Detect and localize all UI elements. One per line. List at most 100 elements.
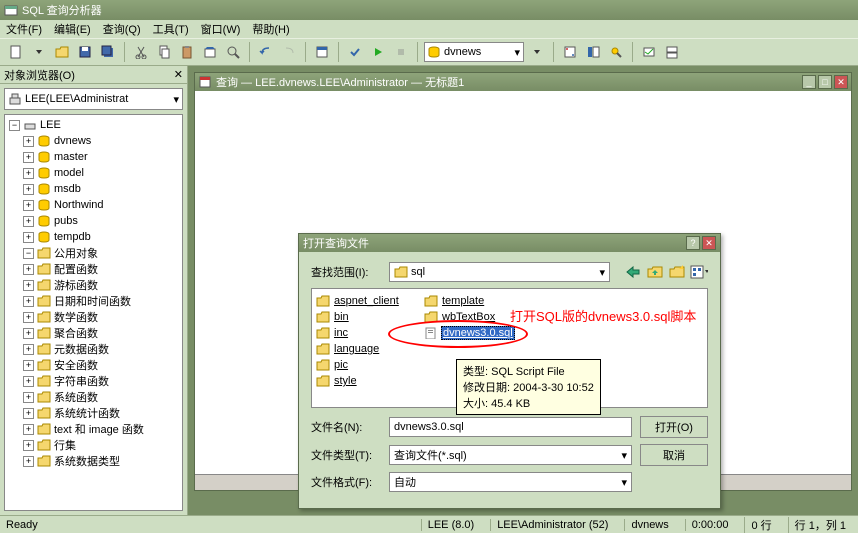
menu-edit[interactable]: 编辑(E): [54, 21, 91, 37]
app-title: SQL 查询分析器: [22, 2, 102, 18]
fileformat-selector[interactable]: 自动▾: [389, 472, 632, 492]
minimize-button[interactable]: _: [802, 75, 816, 89]
close-panel-icon[interactable]: ✕: [174, 68, 183, 81]
open-button[interactable]: 打开(O): [640, 416, 708, 438]
status-time: 0:00:00: [685, 519, 735, 531]
menu-help[interactable]: 帮助(H): [252, 21, 289, 37]
help-button[interactable]: ?: [686, 236, 700, 250]
file-tooltip: 类型: SQL Script File 修改日期: 2004-3-30 10:5…: [456, 359, 601, 415]
status-position: 行 1，列 1: [788, 517, 852, 533]
app-titlebar: SQL 查询分析器: [0, 0, 858, 20]
parse-button[interactable]: [345, 42, 365, 62]
object-browser-panel: 对象浏览器(O) ✕ LEE(LEE\Administrat ▾ − LEE +…: [0, 66, 188, 515]
status-db: dvnews: [624, 519, 674, 531]
tree-server-node[interactable]: − LEE: [7, 117, 180, 133]
annotation-text: 打开SQL版的dvnews3.0.sql脚本: [510, 306, 696, 325]
filename-label: 文件名(N):: [311, 419, 381, 435]
folder-item[interactable]: style: [316, 373, 416, 389]
save-all-button[interactable]: [98, 42, 118, 62]
tree-func-folder[interactable]: +安全函数: [7, 357, 180, 373]
database-selector[interactable]: dvnews ▾: [424, 42, 524, 62]
tree-func-folder[interactable]: +text 和 image 函数: [7, 421, 180, 437]
dropdown-arrow-icon[interactable]: [29, 42, 49, 62]
undo-button[interactable]: [256, 42, 276, 62]
status-server: LEE (8.0): [421, 519, 480, 531]
close-button[interactable]: ✕: [834, 75, 848, 89]
tree-func-folder[interactable]: +系统统计函数: [7, 405, 180, 421]
tree-db-node[interactable]: +pubs: [7, 213, 180, 229]
find-button[interactable]: [223, 42, 243, 62]
status-user: LEE\Administrator (52): [490, 519, 614, 531]
menu-file[interactable]: 文件(F): [6, 21, 42, 37]
folder-item[interactable]: aspnet_client: [316, 293, 416, 309]
dialog-close-button[interactable]: ✕: [702, 236, 716, 250]
filename-input[interactable]: dvnews3.0.sql: [389, 417, 632, 437]
toolbar: dvnews ▾: [0, 38, 858, 66]
tree-db-node[interactable]: +msdb: [7, 181, 180, 197]
tree-func-folder[interactable]: +配置函数: [7, 261, 180, 277]
fileformat-label: 文件格式(F):: [311, 474, 381, 490]
paste-button[interactable]: [177, 42, 197, 62]
tree-func-folder[interactable]: +系统数据类型: [7, 453, 180, 469]
tree-db-node[interactable]: +dvnews: [7, 133, 180, 149]
folder-item[interactable]: inc: [316, 325, 416, 341]
query-window-titlebar: 查询 — LEE.dvnews.LEE\Administrator — 无标题1…: [195, 73, 851, 91]
save-button[interactable]: [75, 42, 95, 62]
tree-db-node[interactable]: +Northwind: [7, 197, 180, 213]
open-button[interactable]: [52, 42, 72, 62]
execute-mode-button[interactable]: [312, 42, 332, 62]
tree-common-folder[interactable]: − 公用对象: [7, 245, 180, 261]
tree-db-node[interactable]: +model: [7, 165, 180, 181]
dialog-titlebar: 打开查询文件 ? ✕: [299, 234, 720, 252]
folder-item[interactable]: bin: [316, 309, 416, 325]
tree-db-node[interactable]: +master: [7, 149, 180, 165]
object-tree[interactable]: − LEE +dvnews+master+model+msdb+Northwin…: [4, 114, 183, 511]
show-results-button[interactable]: [662, 42, 682, 62]
stop-button[interactable]: [391, 42, 411, 62]
statusbar: Ready LEE (8.0) LEE\Administrator (52) d…: [0, 515, 858, 533]
filetype-selector[interactable]: 查询文件(*.sql)▾: [389, 445, 632, 465]
look-in-selector[interactable]: sql ▾: [389, 262, 610, 282]
menu-window[interactable]: 窗口(W): [201, 21, 241, 37]
folder-item[interactable]: pic: [316, 357, 416, 373]
query-window-title: 查询 — LEE.dvnews.LEE\Administrator — 无标题1: [216, 74, 464, 90]
copy-button[interactable]: [154, 42, 174, 62]
new-folder-icon[interactable]: [668, 263, 686, 281]
object-search-button[interactable]: [606, 42, 626, 62]
menu-query[interactable]: 查询(Q): [103, 21, 141, 37]
folder-item[interactable]: wbTextBox: [424, 309, 524, 325]
cut-button[interactable]: [131, 42, 151, 62]
up-folder-icon[interactable]: [646, 263, 664, 281]
new-button[interactable]: [6, 42, 26, 62]
database-name: dvnews: [444, 46, 481, 58]
maximize-button[interactable]: □: [818, 75, 832, 89]
folder-item[interactable]: template: [424, 293, 524, 309]
redo-button[interactable]: [279, 42, 299, 62]
view-menu-icon[interactable]: [690, 263, 708, 281]
cancel-button[interactable]: 取消: [640, 444, 708, 466]
menubar: 文件(F) 编辑(E) 查询(Q) 工具(T) 窗口(W) 帮助(H): [0, 20, 858, 38]
tree-func-folder[interactable]: +日期和时间函数: [7, 293, 180, 309]
file-item[interactable]: dvnews3.0.sql: [424, 325, 524, 341]
tree-func-folder[interactable]: +数学函数: [7, 309, 180, 325]
back-icon[interactable]: [624, 263, 642, 281]
estimate-plan-button[interactable]: [560, 42, 580, 62]
tree-func-folder[interactable]: +行集: [7, 437, 180, 453]
options-button[interactable]: [639, 42, 659, 62]
tree-func-folder[interactable]: +聚合函数: [7, 325, 180, 341]
tree-func-folder[interactable]: +字符串函数: [7, 373, 180, 389]
tree-func-folder[interactable]: +元数据函数: [7, 341, 180, 357]
execute-button[interactable]: [368, 42, 388, 62]
clear-button[interactable]: [200, 42, 220, 62]
status-rows: 0 行: [744, 517, 777, 533]
tree-func-folder[interactable]: +系统函数: [7, 389, 180, 405]
folder-item[interactable]: language: [316, 341, 416, 357]
tree-db-node[interactable]: +tempdb: [7, 229, 180, 245]
menu-tools[interactable]: 工具(T): [153, 21, 189, 37]
object-browser-title: 对象浏览器(O): [4, 67, 75, 83]
dropdown-arrow-icon[interactable]: [527, 42, 547, 62]
tree-func-folder[interactable]: +游标函数: [7, 277, 180, 293]
look-in-label: 查找范围(I):: [311, 264, 381, 280]
object-browser-button[interactable]: [583, 42, 603, 62]
server-selector[interactable]: LEE(LEE\Administrat ▾: [4, 88, 183, 110]
